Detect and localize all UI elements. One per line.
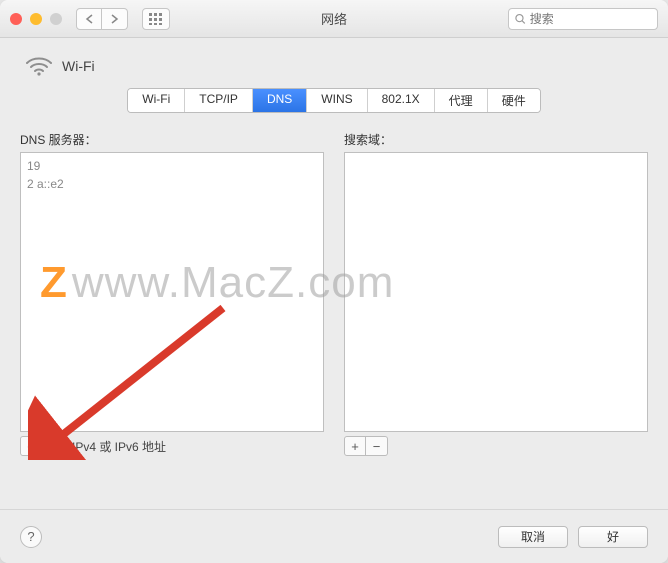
search-add-button[interactable]: + (344, 436, 366, 456)
list-item[interactable]: 2 a::e2 (27, 175, 317, 193)
chevron-right-icon (110, 14, 119, 24)
search-domains-label: 搜索域： (344, 131, 648, 148)
search-domains-panel: 搜索域： + − (344, 131, 648, 456)
tab-[interactable]: 硬件 (488, 89, 540, 112)
preferences-window: 网络 Wi-Fi Wi-FiTCP/IPDNSWINS802.1X代理硬件 DN… (0, 0, 668, 563)
search-field[interactable] (508, 8, 658, 30)
network-header: Wi-Fi (26, 56, 648, 76)
network-name: Wi-Fi (62, 58, 95, 74)
minimize-window-button[interactable] (30, 13, 42, 25)
nav-buttons (76, 8, 128, 30)
help-button[interactable]: ? (20, 526, 42, 548)
close-window-button[interactable] (10, 13, 22, 25)
tab-bar: Wi-FiTCP/IPDNSWINS802.1X代理硬件 (127, 88, 540, 113)
search-panel-footer: + − (344, 436, 648, 456)
tab-wifi[interactable]: Wi-Fi (128, 89, 185, 112)
tab-dns[interactable]: DNS (253, 89, 307, 112)
titlebar: 网络 (0, 0, 668, 38)
list-item[interactable]: 19 (27, 157, 317, 175)
dns-add-button[interactable]: + (20, 436, 42, 456)
tab-tcpip[interactable]: TCP/IP (185, 89, 253, 112)
dns-servers-panel: DNS 服务器： 192 a::e2 + − IPv4 或 IPv6 地址 (20, 131, 324, 456)
tab-wins[interactable]: WINS (307, 89, 367, 112)
dns-panel-footer: + − IPv4 或 IPv6 地址 (20, 436, 324, 456)
wifi-icon (26, 56, 52, 76)
tab-8021x[interactable]: 802.1X (368, 89, 435, 112)
content-area: Wi-Fi Wi-FiTCP/IPDNSWINS802.1X代理硬件 DNS 服… (0, 38, 668, 470)
zoom-window-button[interactable] (50, 13, 62, 25)
dns-servers-label: DNS 服务器： (20, 131, 324, 148)
chevron-left-icon (85, 14, 94, 24)
ok-button[interactable]: 好 (578, 526, 648, 548)
dns-footer-note: IPv4 或 IPv6 地址 (72, 438, 166, 455)
back-button[interactable] (76, 8, 102, 30)
panels: DNS 服务器： 192 a::e2 + − IPv4 或 IPv6 地址 搜索… (20, 131, 648, 456)
bottom-bar: ? 取消 好 (0, 509, 668, 563)
grid-icon (149, 13, 163, 25)
search-remove-button[interactable]: − (366, 436, 388, 456)
dns-servers-list[interactable]: 192 a::e2 (20, 152, 324, 432)
search-input[interactable] (530, 12, 651, 26)
show-all-button[interactable] (142, 8, 170, 30)
cancel-button[interactable]: 取消 (498, 526, 568, 548)
search-plusminus: + − (344, 436, 388, 456)
dns-remove-button[interactable]: − (42, 436, 64, 456)
tab-[interactable]: 代理 (435, 89, 488, 112)
forward-button[interactable] (102, 8, 128, 30)
dns-plusminus: + − (20, 436, 64, 456)
search-domains-list[interactable] (344, 152, 648, 432)
window-controls (10, 13, 62, 25)
search-icon (515, 13, 526, 25)
